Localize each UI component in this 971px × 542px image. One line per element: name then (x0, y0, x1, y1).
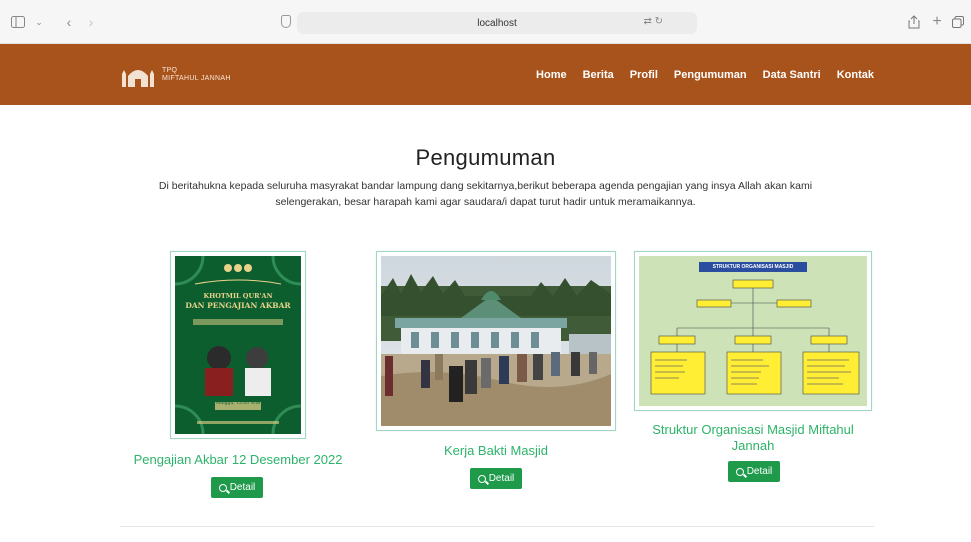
detail-button-label: Detail (746, 466, 773, 477)
logo-text: TPQ MIFTAHUL JANNAH (162, 67, 231, 83)
card-2-title[interactable]: Kerja Bakti Masjid (376, 443, 616, 459)
card-3-image[interactable]: STRUKTUR ORGANISASI MASJID (634, 251, 872, 411)
url-text: localhost (477, 17, 517, 29)
sidebar-icon[interactable] (8, 12, 28, 32)
site-navbar: TPQ MIFTAHUL JANNAH Home Berita Profil P… (0, 44, 971, 105)
poster-line-2: DAN PENGAJIAN AKBAR (185, 301, 291, 310)
new-tab-icon[interactable]: + (930, 12, 944, 32)
nav-profil[interactable]: Profil (630, 69, 658, 81)
mosque-logo-icon (120, 62, 156, 88)
event-poster-image: KHOTMIL QUR'AN DAN PENGAJIAN AKBAR Mingg… (175, 256, 301, 434)
card-1-title[interactable]: Pengajian Akbar 12 Desember 2022 (120, 452, 356, 468)
site-logo[interactable]: TPQ MIFTAHUL JANNAH (120, 62, 231, 88)
poster-date: Minggu, 12:00 WIB (215, 401, 261, 406)
search-icon (477, 474, 486, 483)
share-icon[interactable] (907, 12, 921, 32)
card-1-image[interactable]: KHOTMIL QUR'AN DAN PENGAJIAN AKBAR Mingg… (170, 251, 306, 439)
page-description: Di beritahukna kepada seluruha masyrakat… (158, 180, 813, 208)
back-icon[interactable]: ‹ (62, 12, 76, 32)
detail-button-label: Detail (229, 482, 256, 493)
poster-line-1: KHOTMIL QUR'AN (203, 292, 273, 300)
nav-pengumuman[interactable]: Pengumuman (674, 69, 747, 81)
page-title: Pengumuman (415, 145, 556, 170)
nav-kontak[interactable]: Kontak (837, 69, 874, 81)
logo-line-1: TPQ (162, 67, 178, 74)
nav-data-santri[interactable]: Data Santri (763, 69, 821, 81)
mosque-photo-image (381, 256, 611, 426)
translate-icon[interactable]: ⇄ ↻ (643, 16, 663, 27)
browser-toolbar: ⌄ ‹ › localhost ⇄ ↻ + (0, 0, 971, 44)
forward-icon[interactable]: › (84, 12, 98, 32)
detail-button-label: Detail (488, 473, 515, 484)
tabs-icon[interactable] (951, 12, 965, 32)
search-icon (218, 483, 227, 492)
card-2-image[interactable] (376, 251, 616, 431)
detail-button-2[interactable]: Detail (470, 468, 522, 489)
chevron-down-icon[interactable]: ⌄ (32, 12, 46, 32)
nav-home[interactable]: Home (536, 69, 567, 81)
org-structure-image: STRUKTUR ORGANISASI MASJID (639, 256, 867, 406)
address-bar[interactable]: localhost ⇄ ↻ (297, 12, 697, 34)
main-nav: Home Berita Profil Pengumuman Data Santr… (536, 69, 874, 81)
detail-button-1[interactable]: Detail (211, 477, 263, 498)
logo-line-2: MIFTAHUL JANNAH (162, 75, 231, 82)
detail-button-3[interactable]: Detail (728, 461, 780, 482)
card-3-title[interactable]: Struktur Organisasi Masjid Miftahul Jann… (634, 422, 872, 454)
search-icon (735, 467, 744, 476)
privacy-shield-icon[interactable] (281, 15, 291, 28)
nav-berita[interactable]: Berita (583, 69, 614, 81)
footer-divider (120, 526, 874, 527)
